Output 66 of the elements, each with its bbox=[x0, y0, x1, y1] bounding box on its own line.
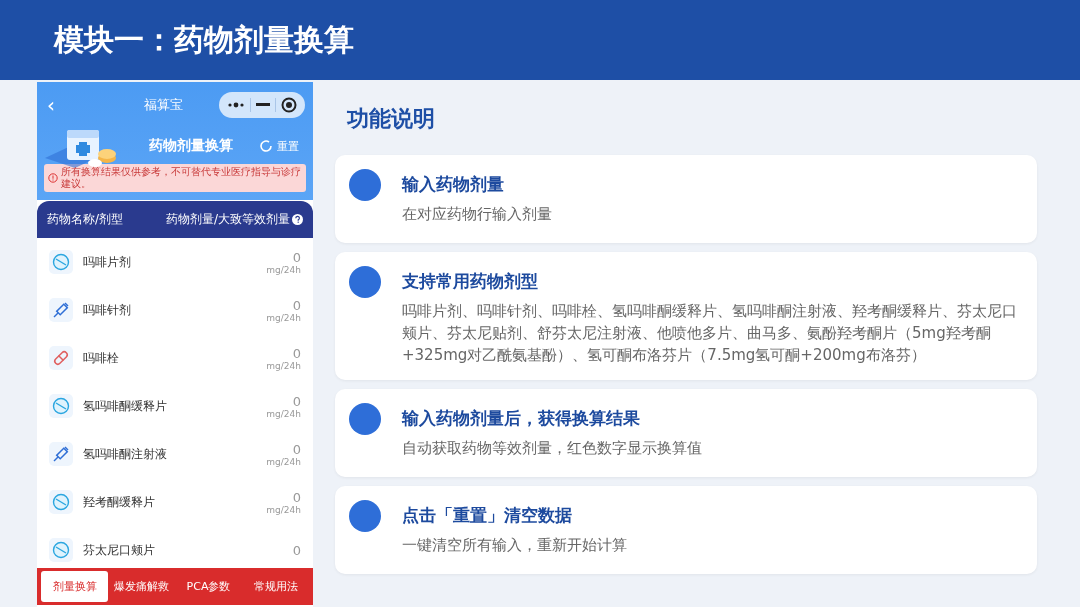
bullet-dot bbox=[349, 500, 381, 533]
feature-description: 在对应药物行输入剂量 bbox=[402, 204, 552, 225]
capsule-menu[interactable] bbox=[219, 92, 305, 118]
drug-row[interactable]: 芬太尼口颊片 0 bbox=[37, 526, 313, 568]
dose-value[interactable]: 0 bbox=[292, 489, 301, 505]
tablet-icon bbox=[52, 253, 70, 271]
dose-unit: mg/24h bbox=[266, 456, 301, 467]
capsule-icon bbox=[52, 349, 70, 367]
drug-row[interactable]: 吗啡栓 0 mg/24h bbox=[37, 334, 313, 382]
bullet-dot bbox=[349, 403, 381, 436]
drug-name: 氢吗啡酮注射液 bbox=[83, 445, 168, 463]
column-header: 药物剂量/大致等效剂量 bbox=[165, 211, 290, 228]
feature-title: 支持常用药物剂型 bbox=[402, 270, 539, 293]
more-icon[interactable] bbox=[227, 101, 246, 109]
dose-value[interactable]: 0 bbox=[292, 441, 301, 457]
tab[interactable]: PCA参数 bbox=[175, 571, 242, 602]
feature-title: 点击「重置」清空数据 bbox=[402, 504, 573, 528]
feature-description: 一键清空所有输入，重新开始计算 bbox=[402, 535, 627, 557]
dose-value[interactable]: 0 bbox=[292, 297, 301, 313]
bullet-dot bbox=[349, 169, 381, 201]
warning-text: 所有换算结果仅供参考，不可替代专业医疗指导与诊疗建议。 bbox=[61, 166, 302, 190]
drug-row[interactable]: 氢吗啡酮注射液 0 mg/24h bbox=[37, 430, 313, 478]
dose-unit: mg/24h bbox=[266, 264, 301, 275]
minimize-icon[interactable] bbox=[256, 103, 270, 107]
tab[interactable]: 剂量换算 bbox=[41, 571, 108, 602]
dose-value[interactable]: 0 bbox=[292, 542, 301, 558]
help-icon[interactable] bbox=[292, 214, 303, 225]
drug-name: 氢吗啡酮缓释片 bbox=[83, 397, 168, 415]
tab[interactable]: 爆发痛解救 bbox=[108, 571, 175, 602]
drug-row[interactable]: 吗啡针剂 0 mg/24h bbox=[37, 286, 313, 334]
dose-value[interactable]: 0 bbox=[292, 345, 301, 361]
drug-row[interactable]: 羟考酮缓释片 0 mg/24h bbox=[37, 478, 313, 526]
app-title: 药物剂量换算 bbox=[149, 137, 234, 155]
feature-title: 输入药物剂量 bbox=[402, 173, 505, 196]
tab[interactable]: 常规用法 bbox=[242, 571, 309, 602]
feature-description: 自动获取药物等效剂量，红色数字显示换算值 bbox=[402, 438, 702, 460]
drug-row[interactable]: 吗啡片剂 0 mg/24h bbox=[37, 238, 313, 286]
dose-unit: mg/24h bbox=[266, 408, 301, 419]
column-header: 药物名称/剂型 bbox=[47, 211, 124, 228]
tablet-icon bbox=[52, 397, 70, 415]
alert-icon bbox=[48, 173, 58, 183]
slide-title: 模块一：药物剂量换算 bbox=[54, 20, 354, 59]
syringe-icon bbox=[52, 301, 70, 319]
drug-name: 吗啡针剂 bbox=[83, 301, 132, 319]
feature-description: 吗啡片剂、吗啡针剂、吗啡栓、氢吗啡酮缓释片、氢吗啡酮注射液、羟考酮缓释片、芬太尼口颊片、芬太尼贴剂、舒芬太尼注射液、他喷他多片、曲马多、氨酚羟考酮片（5mg羟考酮+325mg对乙酰氨基酚）、氢可酮布洛芬片（7.5mg氢可酮+200mg布洛芬） bbox=[402, 301, 1018, 366]
refresh-icon bbox=[259, 139, 273, 153]
back-button[interactable]: ‹ bbox=[47, 93, 67, 117]
nav-title: 福算宝 bbox=[142, 96, 184, 114]
tablet-icon bbox=[52, 541, 70, 559]
dose-unit: mg/24h bbox=[266, 504, 301, 515]
reset-button[interactable]: 重置 bbox=[259, 138, 299, 154]
feature-title: 输入药物剂量后，获得换算结果 bbox=[402, 407, 641, 431]
bullet-dot bbox=[349, 266, 381, 298]
dose-value[interactable]: 0 bbox=[292, 393, 301, 409]
close-icon[interactable] bbox=[280, 97, 297, 113]
drug-row[interactable]: 氢吗啡酮缓释片 0 mg/24h bbox=[37, 382, 313, 430]
tablet-icon bbox=[52, 493, 70, 511]
drug-name: 吗啡栓 bbox=[83, 349, 120, 367]
dose-unit: mg/24h bbox=[266, 312, 301, 323]
dose-value[interactable]: 0 bbox=[292, 249, 301, 265]
drug-name: 芬太尼口颊片 bbox=[83, 541, 156, 559]
section-title: 功能说明 bbox=[347, 105, 436, 133]
syringe-icon bbox=[52, 445, 70, 463]
dose-unit: mg/24h bbox=[266, 360, 301, 371]
drug-name: 羟考酮缓释片 bbox=[83, 493, 156, 511]
drug-name: 吗啡片剂 bbox=[83, 253, 132, 271]
